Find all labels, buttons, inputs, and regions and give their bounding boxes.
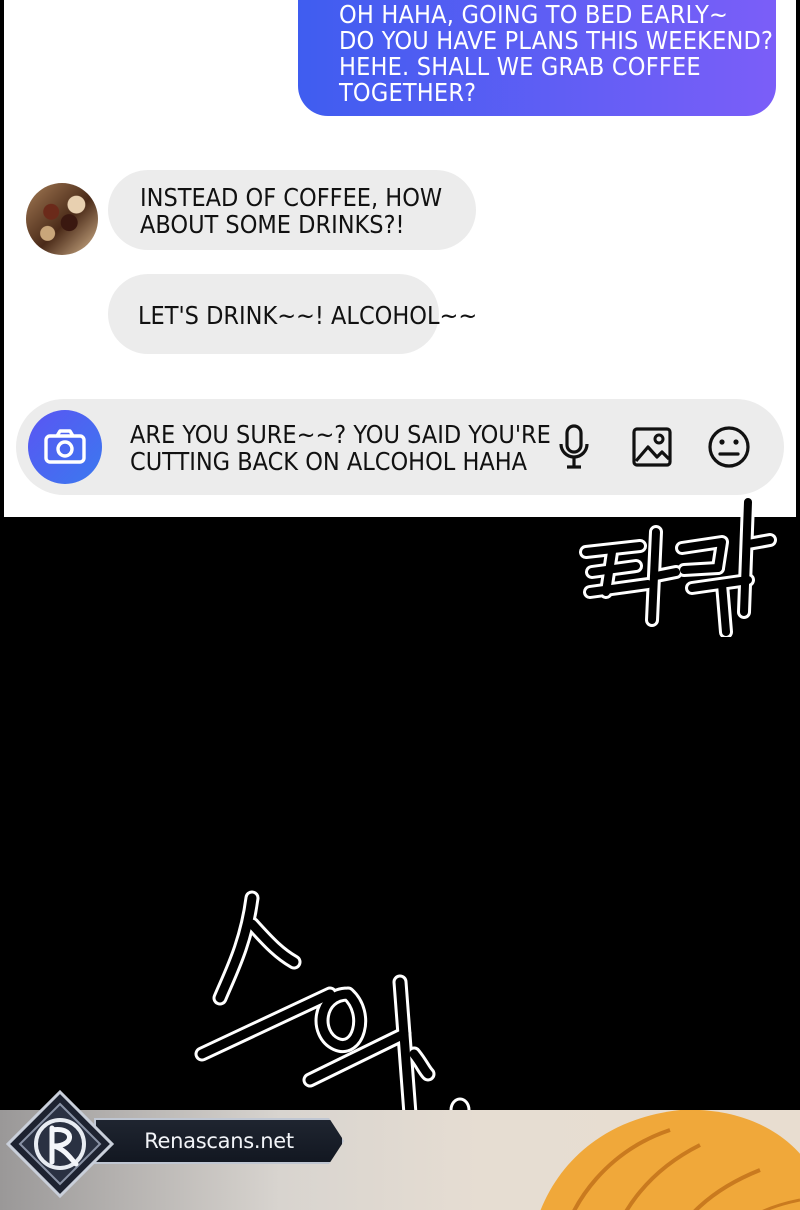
message-input-field[interactable]: ARE YOU SURE~~? YOU SAID YOU'RE CUTTING … [130, 421, 551, 475]
received-message-bubble: LET'S DRINK~~! ALCOHOL~~ [108, 274, 478, 354]
microphone-icon [559, 424, 589, 469]
emoji-icon [708, 426, 750, 468]
sent-message-bubble: OH HAHA, GOING TO BED EARLY~ DO YOU HAVE… [298, 0, 776, 116]
watermark-text: Renascans.net [144, 1129, 294, 1153]
draft-line: CUTTING BACK ON ALCOHOL HAHA [130, 447, 528, 476]
character-hair [540, 1110, 800, 1210]
gallery-button[interactable] [629, 424, 675, 470]
sent-message-line: OH HAHA, GOING TO BED EARLY~ [339, 0, 729, 29]
received-message-line: LET'S DRINK~~! ALCOHOL~~ [138, 301, 478, 330]
site-watermark: Renascans.net [4, 1088, 354, 1200]
sent-message-line: TOGETHER? [339, 78, 477, 107]
message-input-bar[interactable]: ARE YOU SURE~~? YOU SAID YOU'RE CUTTING … [16, 399, 784, 495]
received-message-line: INSTEAD OF COFFEE, HOW [140, 183, 443, 212]
received-message-bubble: INSTEAD OF COFFEE, HOW ABOUT SOME DRINKS… [108, 170, 476, 250]
contact-avatar[interactable] [26, 183, 98, 255]
sfx-tadak [579, 495, 777, 637]
camera-button[interactable] [28, 410, 102, 484]
microphone-button[interactable] [551, 424, 597, 470]
sent-message-line: DO YOU HAVE PLANS THIS WEEKEND? [339, 26, 774, 55]
draft-line: ARE YOU SURE~~? YOU SAID YOU'RE [130, 420, 551, 449]
sent-message-line: HEHE. SHALL WE GRAB COFFEE [339, 52, 701, 81]
received-message-line: ABOUT SOME DRINKS?! [140, 210, 405, 239]
image-icon [632, 427, 672, 467]
chat-screen: OH HAHA, GOING TO BED EARLY~ DO YOU HAVE… [4, 0, 796, 517]
emoji-button[interactable] [706, 424, 752, 470]
watermark-logo-icon [5, 1089, 115, 1199]
camera-icon [44, 429, 86, 464]
watermark-banner: Renascans.net [94, 1118, 344, 1164]
